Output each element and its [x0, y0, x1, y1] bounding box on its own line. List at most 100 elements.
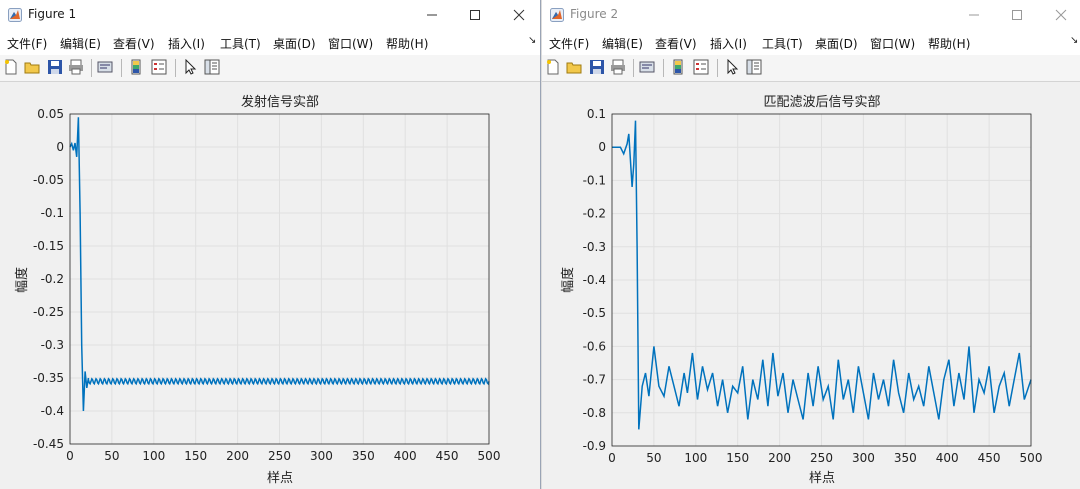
- menu-desktop[interactable]: 桌面(D): [273, 35, 316, 52]
- x-tick-label: 200: [768, 451, 791, 465]
- y-tick-label: -0.45: [33, 437, 64, 451]
- toolbar-separator: [717, 59, 718, 77]
- title-bar[interactable]: Figure 2: [542, 0, 1080, 30]
- y-tick-label: -0.4: [583, 273, 606, 287]
- pointer-icon[interactable]: [724, 59, 740, 75]
- x-tick-label: 400: [394, 449, 417, 463]
- menu-window[interactable]: 窗口(W): [328, 35, 373, 52]
- legend-icon[interactable]: [151, 59, 167, 75]
- maximize-button[interactable]: [1004, 4, 1030, 26]
- dock-arrow-icon[interactable]: ↘: [528, 35, 536, 46]
- toolbar-separator: [121, 59, 122, 77]
- x-tick-label: 300: [852, 451, 875, 465]
- colorbar-icon[interactable]: [128, 59, 144, 75]
- y-tick-label: -0.7: [583, 373, 606, 387]
- minimize-button[interactable]: [961, 4, 987, 26]
- y-tick-label: 0.05: [37, 107, 64, 121]
- y-tick-label: -0.8: [583, 406, 606, 420]
- menu-insert[interactable]: 插入(I): [710, 35, 747, 52]
- menu-file[interactable]: 文件(F): [549, 35, 589, 52]
- menu-tools[interactable]: 工具(T): [220, 35, 261, 52]
- chart-title: 发射信号实部: [241, 94, 319, 110]
- menu-help[interactable]: 帮助(H): [386, 35, 428, 52]
- new-figure-icon[interactable]: [545, 59, 561, 75]
- open-file-icon[interactable]: [566, 59, 582, 75]
- x-tick-label: 350: [352, 449, 375, 463]
- menu-help[interactable]: 帮助(H): [928, 35, 970, 52]
- toolbar: [0, 55, 540, 82]
- close-icon: [1055, 9, 1067, 21]
- y-tick-label: -0.4: [41, 404, 64, 418]
- legend-icon[interactable]: [693, 59, 709, 75]
- menu-window[interactable]: 窗口(W): [870, 35, 915, 52]
- print-icon[interactable]: [610, 59, 626, 75]
- property-editor-icon[interactable]: [204, 59, 220, 75]
- x-tick-label: 350: [894, 451, 917, 465]
- x-tick-label: 400: [936, 451, 959, 465]
- y-tick-label: -0.1: [583, 173, 606, 187]
- x-tick-label: 50: [646, 451, 661, 465]
- title-bar[interactable]: Figure 1: [0, 0, 540, 30]
- x-tick-label: 100: [142, 449, 165, 463]
- link-plot-icon[interactable]: [639, 59, 655, 75]
- close-button[interactable]: [1048, 4, 1074, 26]
- menu-edit[interactable]: 编辑(E): [60, 35, 101, 52]
- x-tick-label: 300: [310, 449, 333, 463]
- x-tick-label: 250: [268, 449, 291, 463]
- x-tick-label: 150: [726, 451, 749, 465]
- close-button[interactable]: [506, 4, 532, 26]
- maximize-icon: [470, 10, 480, 20]
- save-icon[interactable]: [589, 59, 605, 75]
- open-file-icon[interactable]: [24, 59, 40, 75]
- minimize-icon: [969, 14, 979, 16]
- y-tick-label: -0.3: [41, 338, 64, 352]
- y-tick-label: -0.2: [41, 272, 64, 286]
- colorbar-icon[interactable]: [670, 59, 686, 75]
- x-tick-label: 500: [1020, 451, 1043, 465]
- print-icon[interactable]: [68, 59, 84, 75]
- y-tick-label: -0.25: [33, 305, 64, 319]
- x-tick-label: 100: [684, 451, 707, 465]
- y-tick-label: -0.35: [33, 371, 64, 385]
- figure-canvas[interactable]: 0.1 0 -0.1 -0.2 -0.3 -0.4 -0.5 -0.6 -0.7 -0.8 -0.9…: [542, 82, 1080, 489]
- maximize-icon: [1012, 10, 1022, 20]
- x-tick-label: 200: [226, 449, 249, 463]
- menu-view[interactable]: 查看(V): [113, 35, 155, 52]
- y-tick-label: -0.9: [583, 439, 606, 453]
- y-tick-label: -0.05: [33, 173, 64, 187]
- x-tick-label: 450: [436, 449, 459, 463]
- y-tick-label: 0: [56, 140, 64, 154]
- x-axis-label: 样点: [809, 471, 835, 486]
- y-axis-label: 幅度: [14, 267, 30, 293]
- link-plot-icon[interactable]: [97, 59, 113, 75]
- menu-view[interactable]: 查看(V): [655, 35, 697, 52]
- toolbar-separator: [91, 59, 92, 77]
- figure-window-2: Figure 2 文件(F) 编辑(E) 查看(V) 插入(I) 工具(T) 桌…: [542, 0, 1080, 489]
- y-tick-label: -0.6: [583, 339, 606, 353]
- save-icon[interactable]: [47, 59, 63, 75]
- x-tick-label: 450: [978, 451, 1001, 465]
- x-tick-label: 500: [478, 449, 501, 463]
- plot-axes[interactable]: 0.05 0 -0.05 -0.1 -0.15 -0.2 -0.25 -0.3 -0.35 -0.…: [0, 82, 540, 489]
- menu-file[interactable]: 文件(F): [7, 35, 47, 52]
- close-icon: [513, 9, 525, 21]
- menu-desktop[interactable]: 桌面(D): [815, 35, 858, 52]
- plot-axes[interactable]: 0.1 0 -0.1 -0.2 -0.3 -0.4 -0.5 -0.6 -0.7 -0.8 -0.9…: [542, 82, 1080, 489]
- maximize-button[interactable]: [462, 4, 488, 26]
- menu-insert[interactable]: 插入(I): [168, 35, 205, 52]
- y-tick-label: 0: [598, 140, 606, 154]
- pointer-icon[interactable]: [182, 59, 198, 75]
- dock-arrow-icon[interactable]: ↘: [1070, 35, 1078, 46]
- minimize-button[interactable]: [419, 4, 445, 26]
- toolbar: [542, 55, 1080, 82]
- menu-tools[interactable]: 工具(T): [762, 35, 803, 52]
- y-tick-label: -0.1: [41, 206, 64, 220]
- figure-window-1: Figure 1 文件(F) 编辑(E) 查看(V) 插入(I) 工具(T) 桌…: [0, 0, 541, 489]
- figure-canvas[interactable]: 0.05 0 -0.05 -0.1 -0.15 -0.2 -0.25 -0.3 -0.35 -0.…: [0, 82, 540, 489]
- matlab-icon: [8, 8, 22, 22]
- menu-edit[interactable]: 编辑(E): [602, 35, 643, 52]
- new-figure-icon[interactable]: [3, 59, 19, 75]
- y-tick-label: 0.1: [587, 107, 606, 121]
- x-tick-label: 0: [608, 451, 616, 465]
- property-editor-icon[interactable]: [746, 59, 762, 75]
